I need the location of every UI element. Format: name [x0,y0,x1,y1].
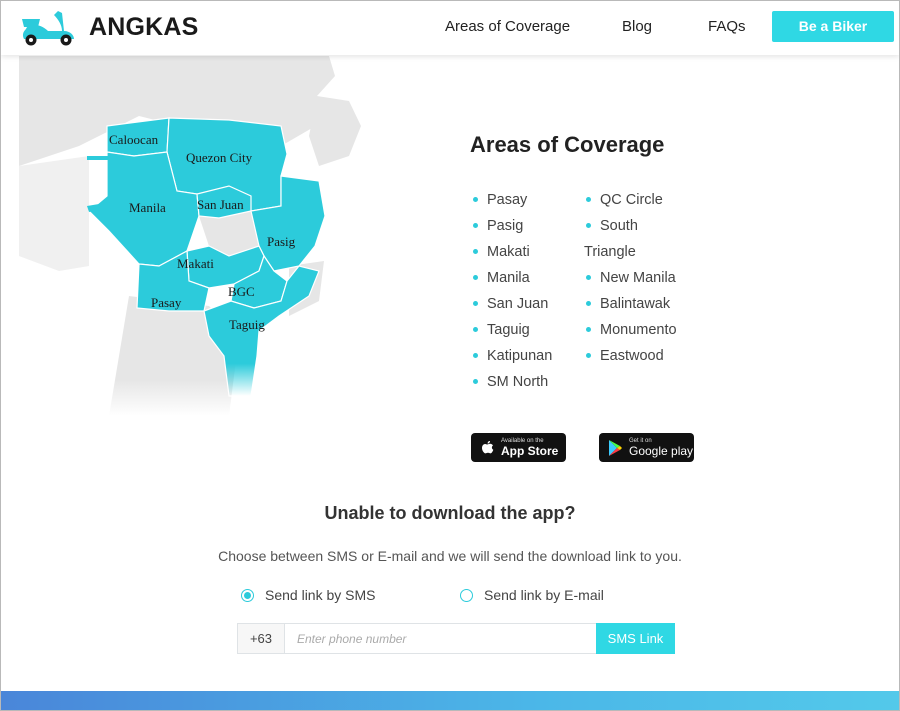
footer-gradient-bar [1,691,899,710]
coverage-list-2: QC Circle South Triangle New Manila Bali… [584,189,694,371]
map-label-pasay: Pasay [151,295,182,310]
list-item: Katipunan [471,345,571,371]
bullet-icon [473,300,478,306]
bullet-icon [586,326,591,332]
sms-option-label: Send link by SMS [265,587,376,603]
be-a-biker-button[interactable]: Be a Biker [772,11,894,42]
list-item-label: Pasay [487,192,528,208]
list-item: New Manila [584,267,694,293]
sms-link-button[interactable]: SMS Link [596,623,675,654]
list-item-label: QC Circle [600,192,663,208]
list-item-label: Taguig [487,322,530,338]
bullet-icon [473,196,478,202]
bullet-icon [586,222,591,228]
list-item: Monumento [584,319,694,345]
list-item: San Juan [471,293,571,319]
bullet-icon [473,222,478,228]
bullet-icon [586,300,591,306]
coverage-title: Areas of Coverage [470,132,665,157]
bullet-icon [586,196,591,202]
header: ANGKAS Areas of Coverage Blog FAQs Be a … [1,1,899,55]
list-item: South [584,215,694,241]
list-item-label: San Juan [487,296,549,312]
list-item-label: South [600,218,638,234]
send-by-email-option[interactable]: Send link by E-mail [460,587,604,603]
nav-blog[interactable]: Blog [622,18,652,35]
list-item-label: Makati [487,244,530,260]
sms-radio[interactable] [241,588,254,602]
bullet-icon [473,378,478,384]
list-item: Makati [471,241,571,267]
map-label-san-juan: San Juan [197,197,244,212]
list-item-label: Triangle [584,244,636,260]
apple-icon [482,440,494,454]
nav-faqs[interactable]: FAQs [708,18,746,35]
download-subtitle: Choose between SMS or E-mail and we will… [218,548,682,564]
list-item: Balintawak [584,293,694,319]
bullet-icon [473,352,478,358]
list-item-label: Pasig [487,218,524,234]
list-item-label: New Manila [600,270,676,286]
bullet-icon [473,248,478,254]
list-item-label: Eastwood [600,348,664,364]
coverage-map: Caloocan Quezon City Manila San Juan Pas… [19,56,361,416]
phone-number-input[interactable] [285,624,596,653]
google-play-badge[interactable]: Get it on Google play [599,433,694,462]
app-store-badge[interactable]: Available on the App Store [471,433,566,462]
list-item-label: Katipunan [487,348,553,364]
map-label-caloocan: Caloocan [109,132,159,147]
map-label-bgc: BGC [228,284,255,299]
map-label-pasig: Pasig [267,234,296,249]
list-item: Pasay [471,189,571,215]
bullet-icon [473,326,478,332]
download-title: Unable to download the app? [324,503,576,523]
list-item: SM North [471,371,571,397]
coverage-list-1: Pasay Pasig Makati Manila San Juan Tagui… [471,189,571,397]
bullet-icon [586,352,591,358]
list-item-label: Balintawak [600,296,671,312]
brand-name[interactable]: ANGKAS [89,13,199,42]
map-manila-pier-1 [87,156,109,160]
bullet-icon [586,274,591,280]
list-item-label: Manila [487,270,530,286]
app-store-big-text: App Store [501,444,559,458]
map-label-taguig: Taguig [229,317,265,332]
list-item: Taguig [471,319,571,345]
email-radio[interactable] [460,588,473,602]
map-label-quezon-city: Quezon City [186,150,253,165]
send-by-sms-option[interactable]: Send link by SMS [241,587,376,603]
list-item: QC Circle [584,189,694,215]
scooter-logo-icon[interactable] [18,7,78,47]
list-item-label: SM North [487,374,549,390]
map-label-manila: Manila [129,200,166,215]
list-item: Eastwood [584,345,694,371]
phone-form: +63 SMS Link [237,623,675,654]
list-item: Pasig [471,215,571,241]
bullet-icon [473,274,478,280]
email-option-label: Send link by E-mail [484,587,604,603]
country-code-prefix: +63 [238,624,285,653]
play-icon [609,440,622,456]
map-gray-east [309,96,361,166]
page: ANGKAS Areas of Coverage Blog FAQs Be a … [0,0,900,711]
list-item-continuation: Triangle [584,241,694,267]
list-item-label: Monumento [600,322,677,338]
list-item: Manila [471,267,571,293]
nav-areas-of-coverage[interactable]: Areas of Coverage [445,18,570,35]
map-label-makati: Makati [177,256,214,271]
google-play-big-text: Google play [629,444,694,458]
map-gray-west [19,156,89,271]
